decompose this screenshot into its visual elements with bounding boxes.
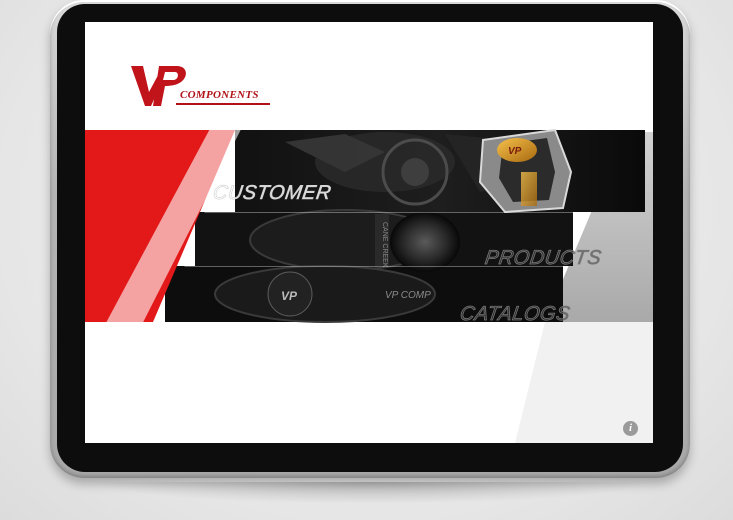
headset-cup-image: VP VP COMP [214, 265, 436, 323]
cane-creek-print: CANE CREEK [381, 222, 388, 268]
vp-comp-print: VP COMP [385, 290, 431, 301]
menu-catalogs[interactable]: CATALOGS [458, 303, 572, 326]
logo-underline [176, 103, 270, 105]
tablet-screen: VP CANE CREEK VP VP COMP COMPONENTS CUST… [85, 22, 653, 443]
svg-text:VP: VP [508, 146, 522, 157]
menu-customer[interactable]: CUSTOMER [211, 182, 333, 205]
tablet-shadow [90, 482, 650, 504]
headset-product-image: CANE CREEK [249, 209, 460, 272]
info-icon[interactable]: i [623, 421, 638, 436]
vp-components-logo[interactable]: COMPONENTS [129, 62, 270, 112]
svg-text:VP: VP [281, 289, 298, 303]
pedal-product-image: VP [478, 128, 573, 214]
menu-products[interactable]: PRODUCTS [483, 247, 603, 270]
logo-text: COMPONENTS [180, 89, 259, 101]
band-divider-1 [204, 212, 575, 213]
